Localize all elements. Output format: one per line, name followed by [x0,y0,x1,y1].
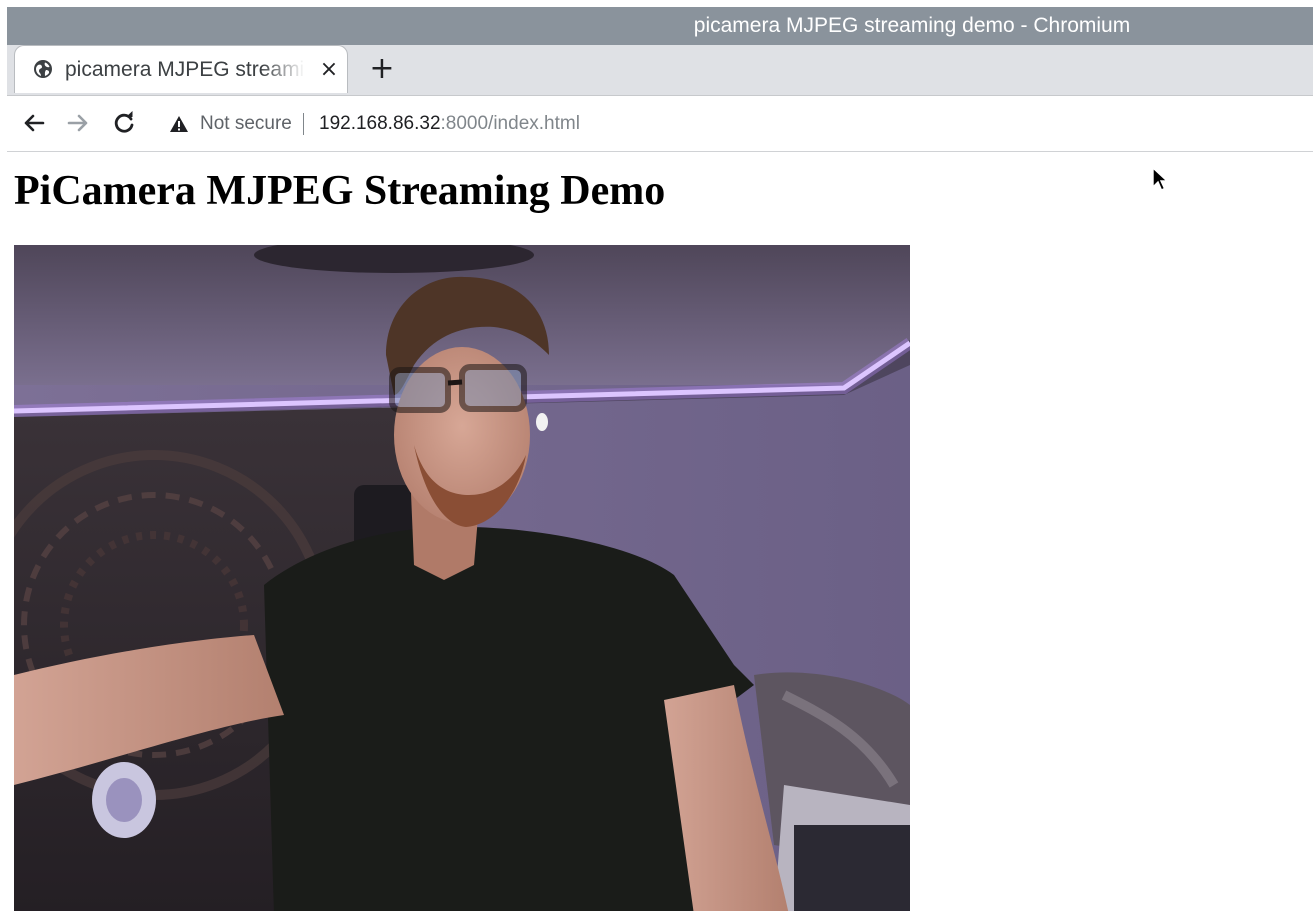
screen-edge [0,0,1313,7]
title-bar: picamera MJPEG streaming demo - Chromium [7,7,1313,45]
tab-picamera[interactable]: picamera MJPEG streaming demo × [14,45,348,93]
tab-title: picamera MJPEG streaming demo [65,58,305,81]
tab-close-button[interactable]: × [317,58,341,82]
url-host: 192.168.86.32 [319,113,441,134]
camera-stream-image [14,245,910,911]
stream-frame [14,245,910,911]
warning-triangle-icon[interactable] [169,114,189,134]
arrow-right-icon[interactable] [63,108,93,138]
browser-toolbar: Not secure 192.168.86.32:8000/index.html [7,95,1313,152]
url-path: :8000/index.html [440,113,580,134]
reload-icon[interactable] [109,108,139,138]
url-text[interactable]: 192.168.86.32:8000/index.html [319,101,580,147]
tab-strip: picamera MJPEG streaming demo × + [7,45,1313,95]
window-title: picamera MJPEG streaming demo - Chromium [693,14,1131,37]
browser-window: picamera MJPEG streaming demo - Chromium… [0,0,1313,911]
mouse-pointer-icon [1152,167,1169,191]
page-content: PiCamera MJPEG Streaming Demo [7,152,1313,911]
not-secure-label[interactable]: Not secure [200,101,292,147]
globe-icon [34,60,52,78]
address-bar[interactable]: Not secure 192.168.86.32:8000/index.html [155,101,1313,147]
new-tab-button[interactable]: + [365,52,399,86]
arrow-left-icon[interactable] [19,108,49,138]
omnibox-divider [303,113,304,135]
page-heading: PiCamera MJPEG Streaming Demo [14,168,666,214]
